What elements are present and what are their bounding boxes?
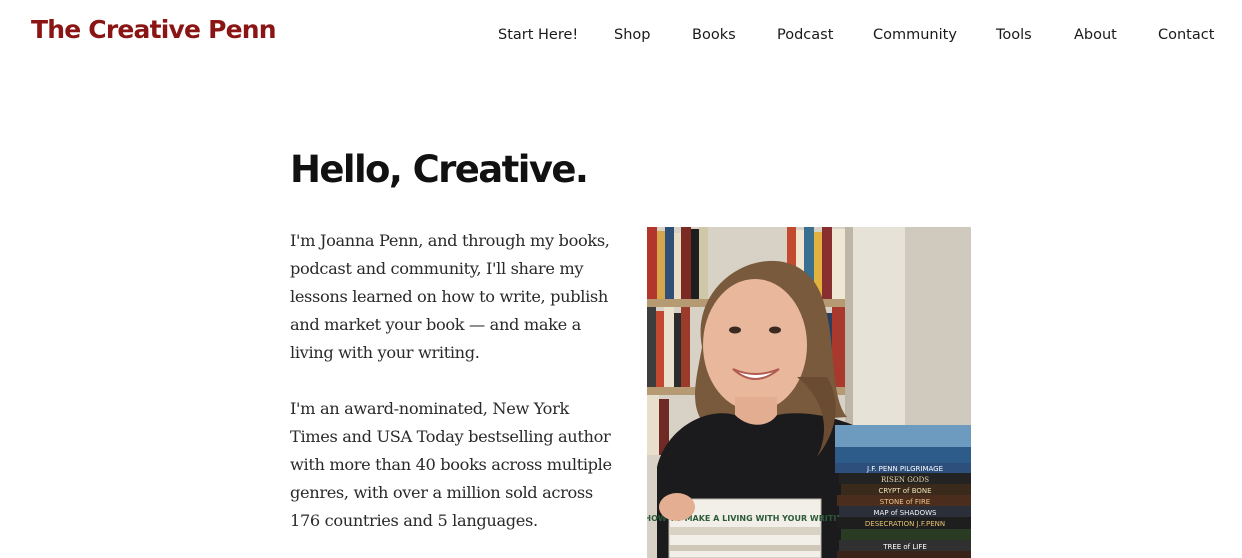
book-spine: TREE of LIFE: [882, 543, 927, 551]
author-photo: HOW TO MAKE A LIVING WITH YOUR WRITING J…: [647, 227, 971, 558]
book-spine: MAP of SHADOWS: [873, 509, 937, 517]
intro-text: I'm Joanna Penn, and through my books, p…: [290, 227, 620, 558]
nav-start-here[interactable]: Start Here!: [498, 25, 578, 45]
main-nav: Start Here! Shop Books Podcast Community…: [0, 25, 1242, 47]
book-spine: CRYPT of BONE: [878, 487, 931, 495]
nav-community[interactable]: Community: [873, 25, 957, 45]
book-spine: STONE of FIRE: [880, 498, 930, 506]
book-spine: DESECRATION J.F.PENN: [865, 520, 945, 528]
nav-tools[interactable]: Tools: [996, 25, 1032, 45]
nav-books[interactable]: Books: [692, 25, 736, 45]
book-spine: RISEN GODS: [881, 476, 929, 484]
nav-podcast[interactable]: Podcast: [777, 25, 833, 45]
intro-paragraph: I'm Joanna Penn, and through my books, p…: [290, 231, 610, 362]
book-spine: J.F. PENN PILGRIMAGE: [866, 465, 943, 473]
nav-contact[interactable]: Contact: [1158, 25, 1214, 45]
nav-about[interactable]: About: [1074, 25, 1117, 45]
site-header: The Creative Penn Start Here! Shop Books…: [0, 0, 1242, 70]
nav-shop[interactable]: Shop: [614, 25, 650, 45]
page-title: Hello, Creative.: [290, 148, 589, 191]
intro-paragraph: I'm an award-nominated, New York Times a…: [290, 399, 612, 530]
